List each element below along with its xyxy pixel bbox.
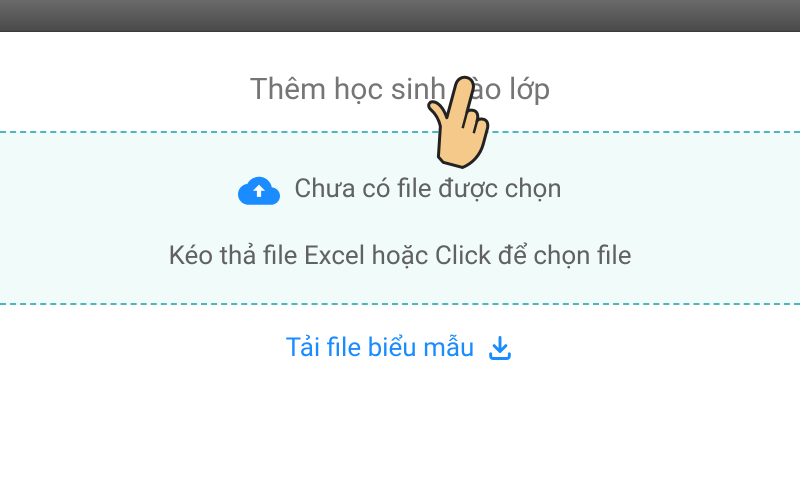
file-dropzone[interactable]: Chưa có file được chọn Kéo thả file Exce… <box>0 131 800 305</box>
download-icon <box>486 334 514 362</box>
backdrop-bar <box>0 0 800 32</box>
cloud-upload-icon <box>238 173 280 205</box>
pointer-hand-icon <box>410 72 500 172</box>
download-template-link[interactable]: Tải file biểu mẫu <box>0 305 800 391</box>
file-status-text: Chưa có file được chọn <box>294 174 561 204</box>
download-template-label: Tải file biểu mẫu <box>286 333 475 363</box>
upload-status-line: Chưa có file được chọn <box>20 173 780 205</box>
dialog-title: Thêm học sinh vào lớp <box>0 72 800 107</box>
dropzone-instruction: Kéo thả file Excel hoặc Click để chọn fi… <box>20 241 780 271</box>
dialog-content: Thêm học sinh vào lớp Chưa có file được … <box>0 32 800 391</box>
